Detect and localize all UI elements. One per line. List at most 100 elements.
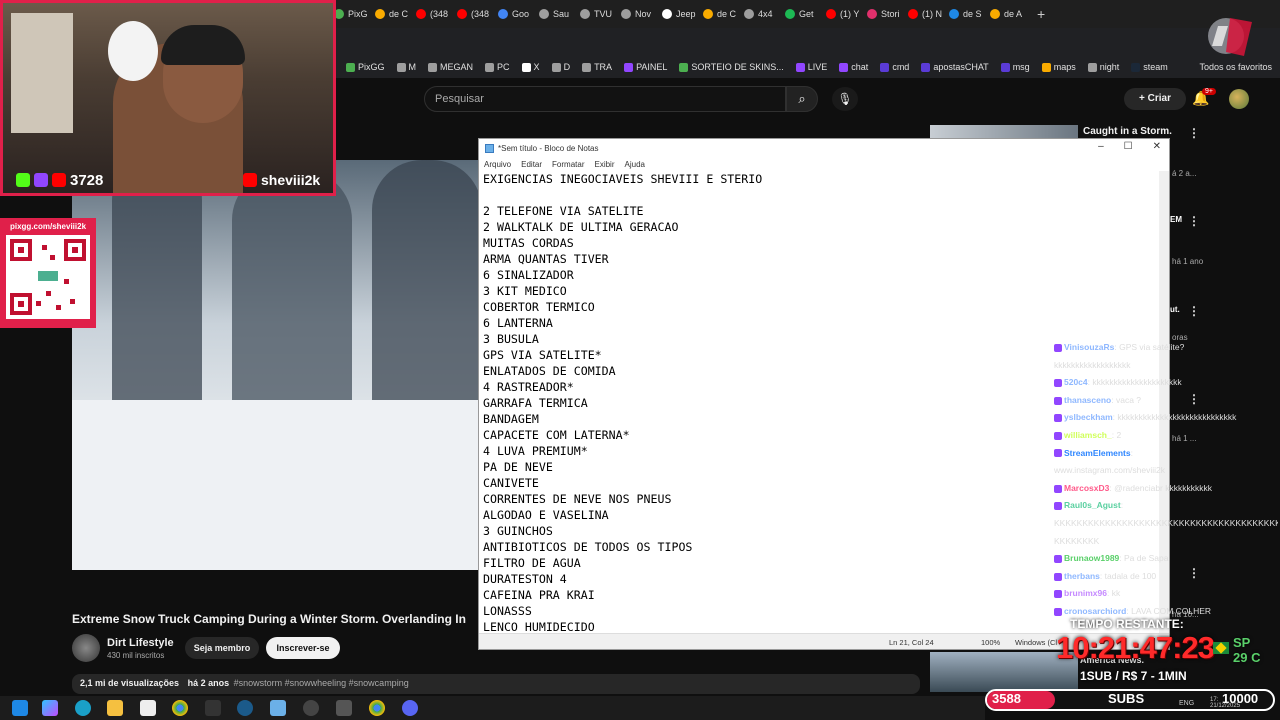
browser-tab[interactable]: TVU [580, 0, 621, 28]
bookmark-favicon-icon [1000, 62, 1010, 72]
bookmark-item[interactable]: msg [1000, 62, 1030, 72]
plush-chicken [108, 21, 158, 81]
notepad-line: 2 WALKTALK DE ULTIMA GERACAO [483, 220, 679, 234]
browser-tab[interactable]: (348 [457, 0, 498, 28]
bookmark-item[interactable]: chat [839, 62, 868, 72]
bookmark-item[interactable]: steam [1131, 62, 1168, 72]
timer-label: TEMPO RESTANTE: [1070, 617, 1184, 631]
video-player[interactable] [72, 160, 482, 570]
bookmark-item[interactable]: cmd [880, 62, 909, 72]
bookmark-item[interactable]: PC [485, 62, 510, 72]
bookmark-favicon-icon [1041, 62, 1051, 72]
chrome-icon[interactable] [369, 700, 385, 716]
chat-message: brunimx96: kk [1054, 588, 1278, 598]
chrome-icon[interactable] [172, 700, 188, 716]
user-avatar[interactable] [1229, 89, 1249, 109]
qr-module [46, 291, 51, 296]
bookmark-item[interactable]: MEGAN [428, 62, 473, 72]
bookmark-favicon-icon [921, 62, 931, 72]
bookmark-favicon-icon [346, 62, 355, 72]
new-tab-plus-icon[interactable]: + [1037, 6, 1045, 22]
edge-icon[interactable] [75, 700, 91, 716]
tab-label: Nov [635, 9, 652, 19]
recommended-video-thumbnail[interactable] [930, 125, 1078, 139]
voice-search-button[interactable]: 🎙 [832, 87, 858, 111]
notepad-menu-item[interactable]: Formatar [552, 160, 584, 169]
tab-favicon-icon [498, 9, 508, 19]
discord-icon[interactable] [402, 700, 418, 716]
bookmark-item[interactable]: PixGG [346, 62, 385, 72]
browser-tab[interactable]: Jeep [662, 0, 703, 28]
browser-tab[interactable]: Get [785, 0, 826, 28]
copilot-icon[interactable] [42, 700, 58, 716]
qr-finder-pattern [64, 239, 86, 261]
browser-tab[interactable]: (348 [416, 0, 457, 28]
bookmark-item[interactable]: apostasCHAT [921, 62, 989, 72]
bookmark-item[interactable]: TRA [582, 62, 612, 72]
bookmark-item[interactable]: M [396, 62, 416, 72]
channel-avatar[interactable] [72, 634, 100, 662]
steam-icon[interactable] [237, 700, 253, 716]
channel-name[interactable]: Dirt Lifestyle [107, 637, 174, 649]
more-options-icon[interactable]: ⋮ [1188, 304, 1200, 318]
bookmark-item[interactable]: X [521, 62, 540, 72]
notepad-menu-item[interactable]: Exibir [594, 160, 614, 169]
browser-tab[interactable]: de A [990, 0, 1031, 28]
maximize-icon[interactable]: ☐ [1124, 141, 1133, 152]
create-button[interactable]: + Criar [1124, 88, 1186, 110]
video-frame-tree [372, 160, 482, 430]
notepad-taskbar-icon[interactable] [270, 700, 286, 716]
browser-tab[interactable]: Goo [498, 0, 539, 28]
browser-tab[interactable]: de S [949, 0, 990, 28]
join-button[interactable]: Seja membro [185, 637, 259, 659]
bookmark-item[interactable]: maps [1041, 62, 1076, 72]
system-clock[interactable]: 17: 21/12/2025 [1210, 697, 1240, 709]
all-bookmarks-folder[interactable]: Todos os favoritos [1199, 62, 1272, 72]
minimize-icon[interactable]: – [1098, 141, 1104, 152]
tab-favicon-icon [826, 9, 836, 19]
bookmark-item[interactable]: night [1087, 62, 1119, 72]
browser-tab[interactable]: (1) N [908, 0, 949, 28]
bookmark-item[interactable]: PAINEL [624, 62, 667, 72]
subscribe-button[interactable]: Inscrever-se [266, 637, 340, 659]
store-icon[interactable] [140, 700, 156, 716]
qr-module [50, 255, 55, 260]
obs-icon[interactable] [303, 700, 319, 716]
notepad-menu-item[interactable]: Editar [521, 160, 542, 169]
epic-games-icon[interactable] [205, 700, 221, 716]
tab-label: (1) N [922, 9, 942, 19]
notepad-titlebar[interactable]: *Sem título - Bloco de Notas [479, 139, 1169, 157]
viewer-count: 3728 [70, 171, 104, 189]
browser-tab[interactable]: 4x4 [744, 0, 785, 28]
browser-tab[interactable]: Nov [621, 0, 662, 28]
search-input[interactable]: Pesquisar [424, 86, 786, 112]
more-options-icon[interactable]: ⋮ [1188, 126, 1200, 140]
browser-tab[interactable]: Stori [867, 0, 908, 28]
bookmark-item[interactable]: LIVE [795, 62, 827, 72]
bookmark-favicon-icon [551, 62, 561, 72]
close-icon[interactable]: ✕ [1153, 141, 1161, 152]
file-explorer-icon[interactable] [107, 700, 123, 716]
chat-message: cronosarchiord: LAVA COM COLHER [1054, 606, 1278, 616]
windows-start-icon[interactable] [12, 700, 28, 716]
youtube-icon [243, 173, 257, 187]
hashtags[interactable]: #snowstorm #snowwheeling #snowcamping [234, 678, 409, 688]
tab-label: Get [799, 9, 814, 19]
input-language[interactable]: ENG [1179, 700, 1194, 707]
browser-tab[interactable]: (1) Y [826, 0, 867, 28]
browser-tab[interactable]: PixG [334, 0, 375, 28]
bookmark-item[interactable]: SORTEIO DE SKINS... [679, 62, 784, 72]
browser-tab[interactable]: Sau [539, 0, 580, 28]
weather-temperature: 29 C [1233, 650, 1261, 665]
recommended-video-title[interactable]: Caught in a Storm. [1083, 126, 1172, 137]
video-description[interactable]: 2,1 mi de visualizações há 2 anos #snows… [72, 674, 920, 694]
calculator-icon[interactable] [336, 700, 352, 716]
tab-favicon-icon [908, 9, 918, 19]
notepad-menu-item[interactable]: Ajuda [625, 160, 645, 169]
notepad-menu-item[interactable]: Arquivo [484, 160, 511, 169]
browser-tab[interactable]: de C [703, 0, 744, 28]
bookmark-item[interactable]: D [551, 62, 570, 72]
browser-tab[interactable]: de C [375, 0, 416, 28]
search-button[interactable]: ⌕ [786, 86, 818, 112]
more-options-icon[interactable]: ⋮ [1188, 214, 1200, 228]
